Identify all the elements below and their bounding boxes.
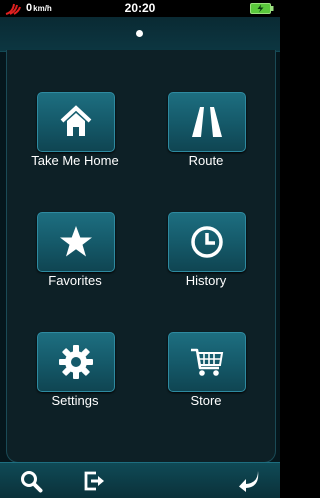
menu-item-label: Favorites <box>48 273 102 288</box>
battery-icon <box>250 3 274 14</box>
menu-item-label: Route <box>188 153 224 168</box>
menu-item-store[interactable]: Store <box>151 332 261 428</box>
menu-item-favorites[interactable]: Favorites <box>20 212 130 308</box>
menu-item-history[interactable]: History <box>151 212 261 308</box>
take-me-home-button[interactable] <box>37 92 115 152</box>
menu-item-label: Take Me Home <box>31 153 119 168</box>
search-icon[interactable] <box>19 469 43 493</box>
menu-item-label: Settings <box>51 393 99 408</box>
page-indicator-dot <box>136 30 143 37</box>
cart-icon <box>191 348 224 376</box>
back-arrow-icon[interactable] <box>237 469 261 493</box>
speed-readout: 0km/h <box>26 1 52 16</box>
status-bar: 0km/h 20:20 <box>0 0 280 17</box>
navigation-main-menu: 0km/h 20:20 Take Me Home Route Favorites… <box>0 0 280 498</box>
route-button[interactable] <box>168 92 246 152</box>
speed-value: 0 <box>26 2 33 14</box>
clock-icon <box>191 226 223 258</box>
home-icon <box>60 105 92 136</box>
page-indicator-strip <box>0 17 280 52</box>
favorites-button[interactable] <box>37 212 115 272</box>
gear-icon <box>59 345 93 379</box>
menu-item-route[interactable]: Route <box>151 92 261 188</box>
star-icon <box>60 226 92 257</box>
settings-button[interactable] <box>37 332 115 392</box>
menu-item-label: History <box>185 273 227 288</box>
bottom-toolbar <box>0 462 280 498</box>
gps-signal-icon <box>5 3 21 15</box>
road-icon <box>192 107 222 137</box>
menu-item-label: Store <box>190 393 222 408</box>
speed-unit: km/h <box>33 4 52 13</box>
exit-icon[interactable] <box>82 469 106 493</box>
menu-panel: Take Me Home Route Favorites History Set… <box>6 50 276 463</box>
menu-item-settings[interactable]: Settings <box>20 332 130 428</box>
menu-item-take-me-home[interactable]: Take Me Home <box>20 92 130 188</box>
store-button[interactable] <box>168 332 246 392</box>
history-button[interactable] <box>168 212 246 272</box>
